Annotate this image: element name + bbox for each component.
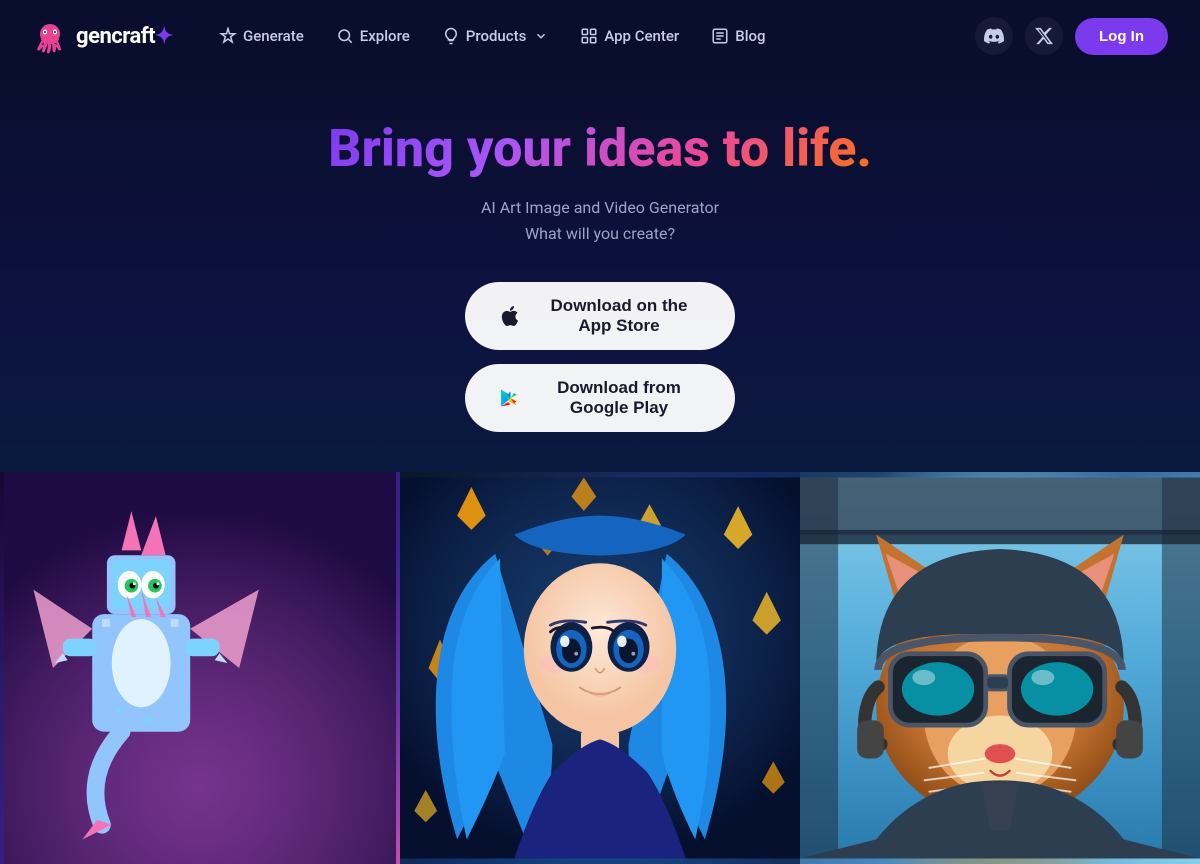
search-icon — [336, 27, 354, 45]
lightbulb-icon — [442, 27, 460, 45]
x-icon — [1034, 26, 1054, 46]
hero-title: Bring your ideas to life. — [328, 120, 872, 177]
grid-icon — [580, 27, 598, 45]
cat-art — [800, 472, 1200, 864]
images-grid — [0, 472, 1200, 864]
dragon-art — [0, 472, 400, 864]
hero-section: Bring your ideas to life. AI Art Image a… — [0, 72, 1200, 472]
discord-icon — [984, 26, 1004, 46]
navbar: gencraft✦ Generate Explore Products — [0, 0, 1200, 72]
hero-subtitle: AI Art Image and Video Generator What wi… — [481, 195, 719, 246]
blog-icon — [711, 27, 729, 45]
store-buttons: Download on the App Store — [465, 282, 735, 432]
nav-right: Log In — [975, 17, 1168, 55]
login-button[interactable]: Log In — [1075, 18, 1168, 55]
twitter-button[interactable] — [1025, 17, 1063, 55]
chevron-down-icon — [534, 29, 548, 43]
nav-generate[interactable]: Generate — [205, 19, 318, 53]
image-cat — [800, 472, 1200, 864]
nav-blog[interactable]: Blog — [697, 19, 779, 53]
girl-art — [400, 472, 800, 864]
logo-icon — [32, 18, 68, 54]
logo[interactable]: gencraft✦ — [32, 18, 173, 54]
image-dragon — [0, 472, 400, 864]
logo-text: gencraft✦ — [76, 24, 173, 49]
nav-explore[interactable]: Explore — [322, 19, 424, 53]
googleplay-button[interactable]: Download from Google Play — [465, 364, 735, 432]
nav-links: Generate Explore Products — [205, 19, 975, 53]
image-girl — [400, 472, 800, 864]
appstore-button[interactable]: Download on the App Store — [465, 282, 735, 350]
nav-app-center[interactable]: App Center — [566, 19, 693, 53]
discord-button[interactable] — [975, 17, 1013, 55]
sparkle-icon — [219, 27, 237, 45]
apple-icon — [497, 303, 523, 329]
google-play-icon — [497, 385, 523, 411]
nav-products[interactable]: Products — [428, 19, 563, 53]
